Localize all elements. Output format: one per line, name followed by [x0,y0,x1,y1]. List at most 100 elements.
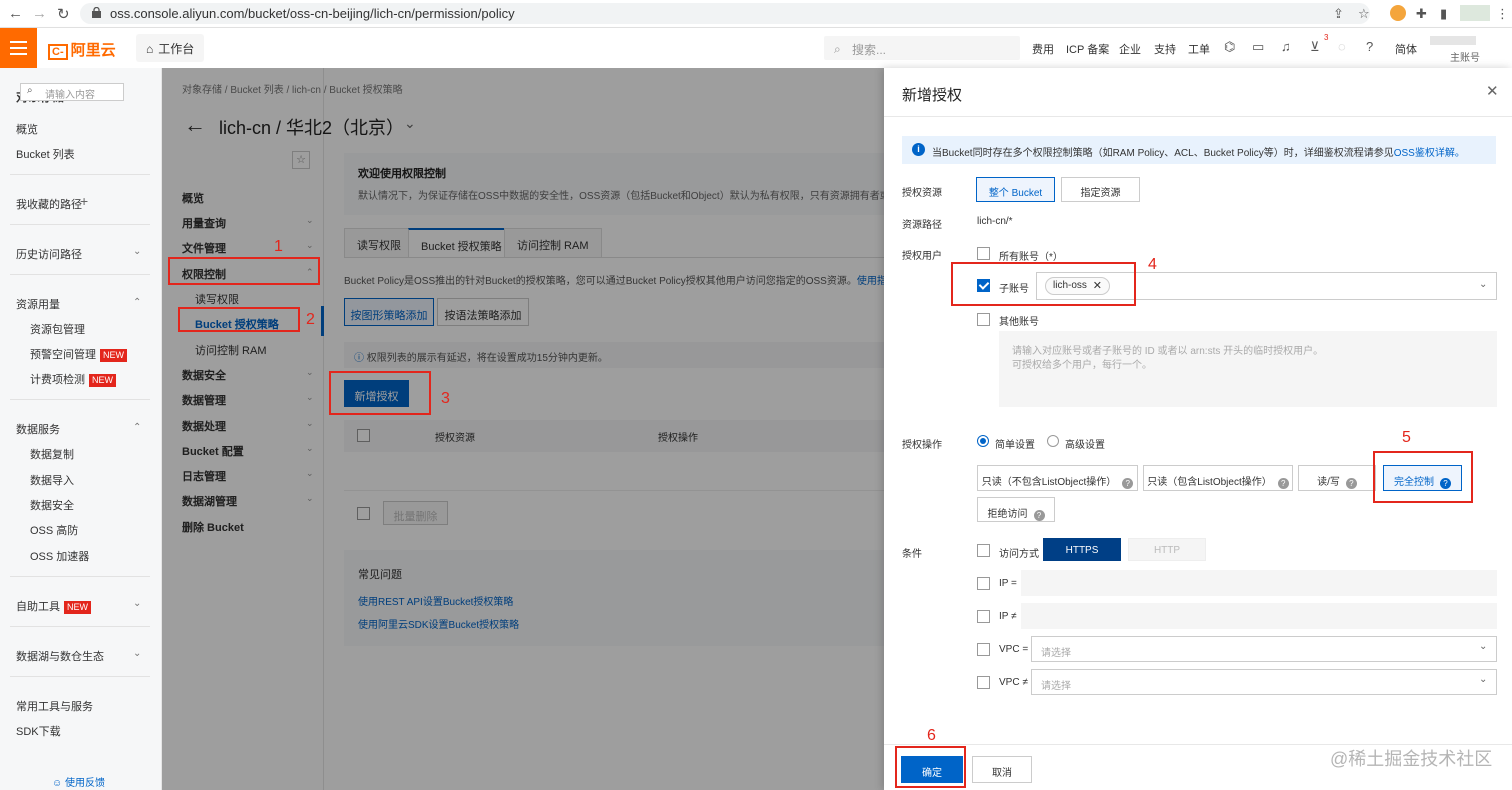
account-name-blur [1430,36,1476,45]
workbench-button[interactable]: ⌂ 工作台 [136,34,205,62]
bookmark-star-icon[interactable]: ☆ [1358,6,1370,22]
advanced-setting-radio[interactable] [1047,435,1059,447]
cancel-button[interactable]: 取消 [972,756,1032,783]
ip-eq-input[interactable] [1021,570,1497,596]
chevron-up-icon[interactable]: ⌃ [133,297,141,308]
vpc-eq-checkbox[interactable] [977,643,990,656]
cloud-shell-icon[interactable]: ⌬ [1224,39,1235,55]
bell-icon[interactable]: ♫ [1281,39,1291,54]
ip-ne-checkbox[interactable] [977,610,990,623]
back-icon[interactable]: ← [8,5,23,22]
divider [10,576,150,577]
sidepanel-icon[interactable]: ▮ [1440,6,1447,22]
deny-access-option[interactable]: 拒绝访问? [977,497,1055,522]
annotation-label: 2 [306,311,315,328]
extension-icon[interactable] [1390,5,1406,21]
global-search-input[interactable]: ⌕ 搜索... [824,36,1020,60]
chevron-down-icon[interactable]: ⌄ [1479,279,1487,290]
sidebar-item-favorites[interactable]: 我收藏的路径 [16,196,82,212]
terminal-icon[interactable]: ▭ [1252,39,1264,55]
chevron-down-icon[interactable]: ⌄ [133,246,141,257]
ip-eq-checkbox[interactable] [977,577,990,590]
sidebar-item-security[interactable]: 数据安全 [30,497,74,513]
sidebar-item-resource-pack[interactable]: 资源包管理 [30,321,85,337]
readonly-no-list-option[interactable]: 只读（不包含ListObject操作）? [977,465,1138,491]
home-icon: ⌂ [146,42,154,56]
chevron-down-icon[interactable]: ⌄ [133,648,141,659]
reload-icon[interactable]: ↻ [57,5,70,23]
specific-resource-option[interactable]: 指定资源 [1061,177,1140,202]
close-icon[interactable]: ✕ [1486,82,1499,100]
annotation-box [329,371,431,415]
chevron-down-icon[interactable]: ⌄ [1479,674,1487,685]
sidebar-item-billing-check[interactable]: 计费项检测 NEW [30,371,116,387]
textarea-placeholder: 请输入对应账号或者子账号的 ID 或者以 arn:sts 开头的临时授权用户。 [1012,346,1324,357]
annotation-box [951,262,1136,306]
ip-ne-input[interactable] [1021,603,1497,629]
read-write-option[interactable]: 读/写? [1298,465,1376,491]
aliyun-logo[interactable]: C- 阿里云 [48,39,116,60]
new-badge: NEW [100,349,127,362]
other-account-label: 其他账号 [999,317,1039,328]
sidebar-item-alert-space[interactable]: 预警空间管理 NEW [30,346,127,362]
all-accounts-checkbox[interactable] [977,247,990,260]
sidebar-item-common-tools[interactable]: 常用工具与服务 [16,698,93,714]
hamburger-menu-icon[interactable] [0,28,37,68]
top-link-enterprise[interactable]: 企业 [1119,41,1141,57]
modal-backdrop[interactable] [162,68,884,790]
top-link-support[interactable]: 支持 [1154,41,1176,57]
drawer-title: 新增授权 [902,87,963,104]
annotation-label: 5 [1402,429,1411,446]
feedback-link[interactable]: ☺ 使用反馈 [52,774,105,789]
access-mode-checkbox[interactable] [977,544,990,557]
help-icon: ? [1277,478,1289,489]
select-placeholder: 请选择 [1041,681,1071,692]
sidebar-item-overview[interactable]: 概览 [16,121,38,137]
sidebar-item-replication[interactable]: 数据复制 [30,446,74,462]
cart-icon[interactable]: ⊻ [1310,39,1320,55]
address-bar[interactable]: oss.console.aliyun.com/bucket/oss-cn-bei… [80,3,1370,24]
https-option[interactable]: HTTPS [1043,538,1121,561]
sidebar-group-datalake[interactable]: 数据湖与数仓生态 [16,648,104,664]
help-icon[interactable]: ? [1366,39,1373,54]
lightbulb-icon[interactable]: ◌ [1338,39,1346,54]
top-link-billing[interactable]: 费用 [1032,41,1054,57]
whole-bucket-option[interactable]: 整个 Bucket [976,177,1055,202]
nav-search-input[interactable]: ⌕ 请输入内容 [20,83,124,101]
annotation-label: 6 [927,727,936,744]
sidebar-item-anti-ddos[interactable]: OSS 高防 [30,522,78,538]
vpc-ne-checkbox[interactable] [977,676,990,689]
annotation-label: 3 [441,390,450,407]
chevron-down-icon[interactable]: ⌄ [1479,641,1487,652]
auth-detail-link[interactable]: OSS鉴权详解。 [1394,148,1465,159]
sidebar-group-self-tools[interactable]: 自助工具 NEW [16,598,91,614]
top-link-ticket[interactable]: 工单 [1188,41,1210,57]
help-icon: ? [1033,510,1045,521]
chevron-down-icon[interactable]: ⌄ [133,598,141,609]
divider [10,224,150,225]
puzzle-icon[interactable]: ✚ [1416,6,1427,22]
http-option[interactable]: HTTP [1128,538,1206,561]
sidebar-group-data-services[interactable]: 数据服务 [16,421,60,437]
sidebar-item-accelerator[interactable]: OSS 加速器 [30,548,89,564]
language-switch[interactable]: 简体 [1395,41,1417,57]
simple-setting-radio[interactable] [977,435,989,447]
top-link-icp[interactable]: ICP 备案 [1066,41,1109,57]
sidebar-item-import[interactable]: 数据导入 [30,472,74,488]
vpc-eq-select[interactable] [1031,636,1497,662]
menu-kebab-icon[interactable]: ⋮ [1496,6,1509,22]
readonly-with-list-option[interactable]: 只读（包含ListObject操作）? [1143,465,1293,491]
sidebar-item-history[interactable]: 历史访问路径 [16,246,82,262]
sidebar-group-resources[interactable]: 资源用量 [16,296,60,312]
account-type[interactable]: 主账号 [1450,49,1480,64]
sidebar-item-sdk[interactable]: SDK下载 [16,723,61,739]
vpc-ne-select[interactable] [1031,669,1497,695]
chevron-up-icon[interactable]: ⌃ [133,422,141,433]
all-accounts-label: 所有账号（*） [999,252,1063,263]
profile-avatar[interactable] [1460,5,1490,21]
forward-icon[interactable]: → [32,5,47,22]
sidebar-item-bucket-list[interactable]: Bucket 列表 [16,146,75,162]
add-favorite-icon[interactable]: + [80,193,88,209]
share-icon[interactable]: ⇪ [1333,6,1344,22]
other-account-checkbox[interactable] [977,313,990,326]
